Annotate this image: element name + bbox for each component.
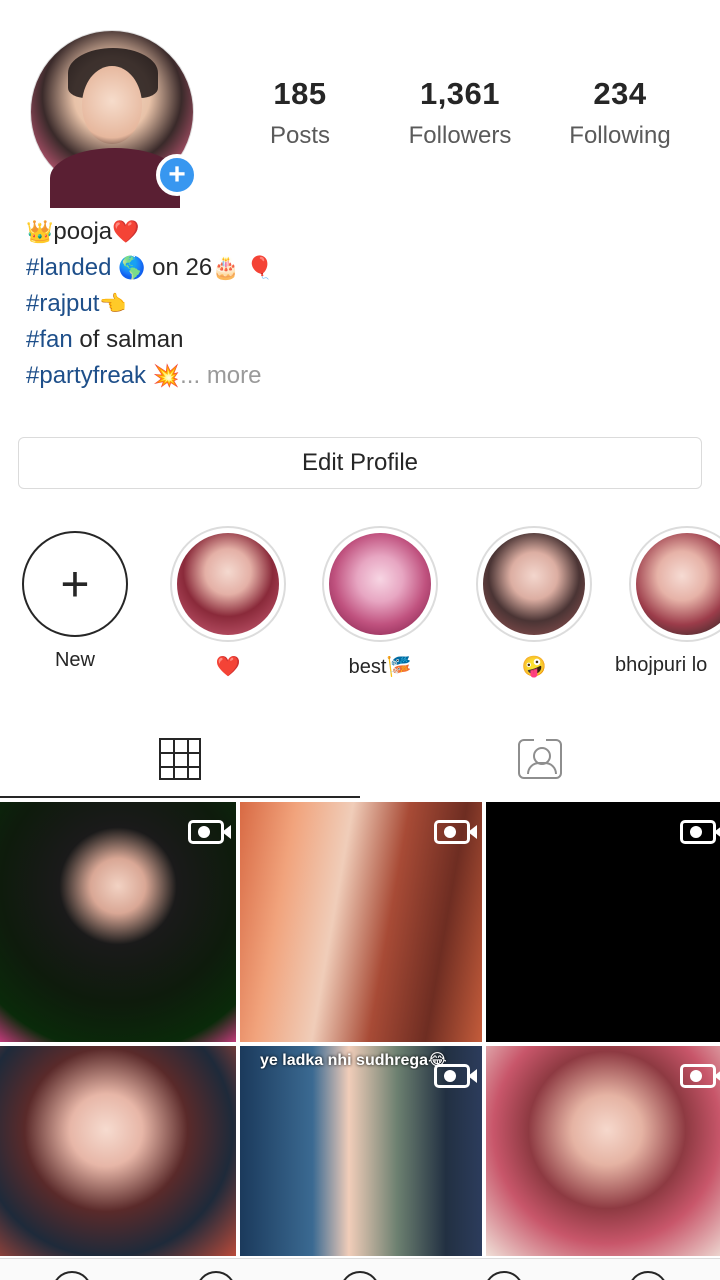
profile-avatar[interactable]: + xyxy=(30,30,198,208)
balloon-emoji: 🎈 xyxy=(246,255,274,280)
highlight-label: bhojpuri lo xyxy=(615,654,708,676)
collision-emoji: 💥 xyxy=(152,363,181,388)
edit-profile-button[interactable]: Edit Profile xyxy=(18,437,702,489)
video-camera-icon xyxy=(680,1064,720,1088)
bio-line-4: #fan of salman xyxy=(26,322,274,358)
video-camera-icon xyxy=(434,820,477,844)
post-thumbnail[interactable] xyxy=(0,802,236,1042)
posts-grid: ye ladka nhi sudhrega😂 xyxy=(0,802,720,1256)
bio-line-2-text: on 26 xyxy=(145,254,213,281)
followers-count-label: Followers xyxy=(408,122,512,149)
add-post-icon[interactable] xyxy=(340,1271,380,1280)
profile-tabs xyxy=(0,720,720,798)
posts-count[interactable]: 185 Posts xyxy=(220,76,380,150)
bio-line-5: #partyfreak 💥... more xyxy=(26,358,274,394)
plus-icon: + xyxy=(22,531,128,637)
tab-grid[interactable] xyxy=(0,720,360,798)
hashtag-partyfreak[interactable]: #partyfreak xyxy=(26,362,146,389)
tab-tagged[interactable] xyxy=(360,720,720,798)
bio-line-4-text: of salman xyxy=(72,326,184,353)
bio-more-link[interactable]: ... more xyxy=(180,362,261,389)
hashtag-fan[interactable]: #fan xyxy=(26,326,73,353)
bio-line-2: #landed 🌎 on 26🎂 🎈 xyxy=(26,250,274,286)
activity-heart-icon[interactable] xyxy=(484,1271,524,1280)
video-camera-icon xyxy=(188,820,231,844)
highlight-label: ❤️ xyxy=(215,656,241,678)
profile-icon[interactable] xyxy=(628,1271,668,1280)
highlight-new[interactable]: + New xyxy=(10,526,140,672)
post-thumbnail[interactable]: ye ladka nhi sudhrega😂 xyxy=(240,1046,482,1256)
highlight-item[interactable]: 🤪 xyxy=(469,526,599,679)
highlight-cover xyxy=(177,533,279,635)
story-highlights: + New ❤️ best🎏 🤪 bhojpuri lo xyxy=(0,526,720,686)
add-story-plus-icon[interactable]: + xyxy=(156,154,198,196)
highlight-label: New xyxy=(54,649,95,671)
hashtag-landed[interactable]: #landed xyxy=(26,254,111,281)
grid-icon xyxy=(159,738,201,780)
highlight-label: best🎏 xyxy=(348,656,412,678)
highlight-item[interactable]: ❤️ xyxy=(163,526,293,679)
hashtag-rajput[interactable]: #rajput xyxy=(26,290,99,317)
pointing-hand-emoji: 👈 xyxy=(99,291,127,316)
posts-count-label: Posts xyxy=(269,122,331,149)
following-count-value: 234 xyxy=(593,76,647,111)
heart-emoji: ❤️ xyxy=(112,219,140,244)
highlight-cover xyxy=(636,533,720,635)
home-icon[interactable] xyxy=(52,1271,92,1280)
video-camera-icon xyxy=(680,820,720,844)
following-count[interactable]: 234 Following xyxy=(540,76,700,150)
post-thumbnail[interactable] xyxy=(486,1046,720,1256)
bio-name-line: 👑pooja❤️ xyxy=(26,214,274,250)
bottom-navigation xyxy=(0,1258,720,1280)
cake-emoji: 🎂 xyxy=(212,255,240,280)
tagged-person-icon xyxy=(518,737,562,779)
highlight-item[interactable]: best🎏 xyxy=(315,526,445,679)
search-icon[interactable] xyxy=(196,1271,236,1280)
video-camera-icon xyxy=(434,1064,477,1088)
post-thumbnail[interactable] xyxy=(486,802,720,1042)
posts-count-value: 185 xyxy=(273,76,327,111)
profile-bio: 👑pooja❤️ #landed 🌎 on 26🎂 🎈 #rajput👈 #fa… xyxy=(26,214,274,394)
followers-count[interactable]: 1,361 Followers xyxy=(380,76,540,150)
highlight-cover xyxy=(483,533,585,635)
highlight-label: 🤪 xyxy=(521,656,547,678)
profile-name: pooja xyxy=(53,218,113,245)
following-count-label: Following xyxy=(569,122,671,149)
highlight-cover xyxy=(329,533,431,635)
post-thumbnail[interactable] xyxy=(240,802,482,1042)
bio-line-3: #rajput👈 xyxy=(26,286,274,322)
post-thumbnail[interactable] xyxy=(0,1046,236,1256)
crown-emoji: 👑 xyxy=(26,219,54,244)
highlight-item[interactable]: bhojpuri lo xyxy=(615,526,720,677)
profile-stats: 185 Posts 1,361 Followers 234 Following xyxy=(220,76,700,150)
globe-emoji: 🌎 xyxy=(118,255,146,280)
followers-count-value: 1,361 xyxy=(419,76,501,111)
